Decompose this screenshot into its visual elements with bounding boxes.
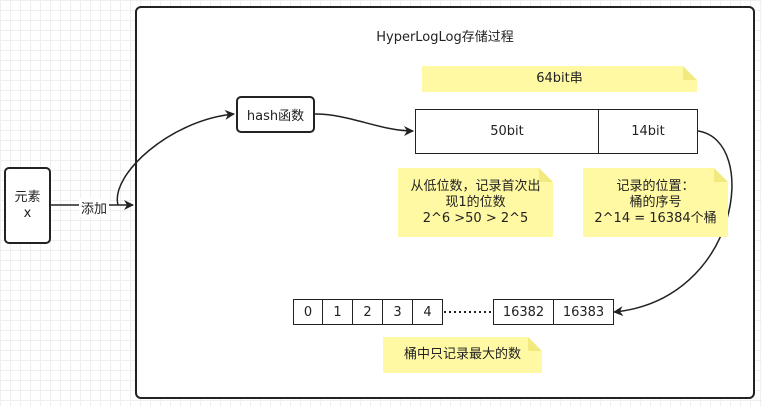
note-pos-line2: 桶的序号 [629,194,682,210]
note-64bit-text: 64bit串 [536,71,583,86]
note-bucket-text: 桶中只记录最大的数 [403,347,521,362]
bucket-cell: 16383 [553,299,614,325]
note-pos-line1: 记录的位置： [616,178,695,194]
bucket-cell: 16382 [493,299,554,325]
bucket-cell: 0 [293,299,323,325]
note-bucket-max: 桶中只记录最大的数 [383,337,542,373]
note-low-line2: 现1的位数 [445,194,506,210]
bucket-cell: 1 [322,299,353,325]
note-low-line3: 2^6 >50 > 2^5 [422,210,529,226]
note-pos-line3: 2^14 = 16384个桶 [594,210,717,226]
note-fold-corner [528,337,542,351]
hash-function-node: hash函数 [236,96,315,133]
note-fold-corner [714,168,728,182]
bits-high-14: 14bit [631,124,665,139]
bits-low-50: 50bit [416,110,599,153]
note-fold-corner [539,168,553,182]
note-bucket-position: 记录的位置： 桶的序号 2^14 = 16384个桶 [583,168,728,237]
note-fold-corner [683,66,697,80]
note-low-bits: 从低位数，记录首次出 现1的位数 2^6 >50 > 2^5 [398,168,553,237]
note-low-line1: 从低位数，记录首次出 [410,178,541,194]
add-edge-label: 添加 [79,198,110,217]
bit-string-bar: 50bit 14bit [415,109,698,154]
element-x-node: 元素 x [4,167,51,244]
bucket-cell: 4 [412,299,443,325]
element-node-line2: x [23,205,32,221]
diagram-canvas: HyperLogLog存储过程 添加 元素 x hash函数 64bit串 50… [0,0,762,406]
element-node-line1: 元素 [14,189,41,205]
bucket-cell: 2 [352,299,383,325]
note-64bit: 64bit串 [422,66,697,92]
diagram-title: HyperLogLog存储过程 [376,30,514,45]
bucket-cell: 3 [382,299,413,325]
